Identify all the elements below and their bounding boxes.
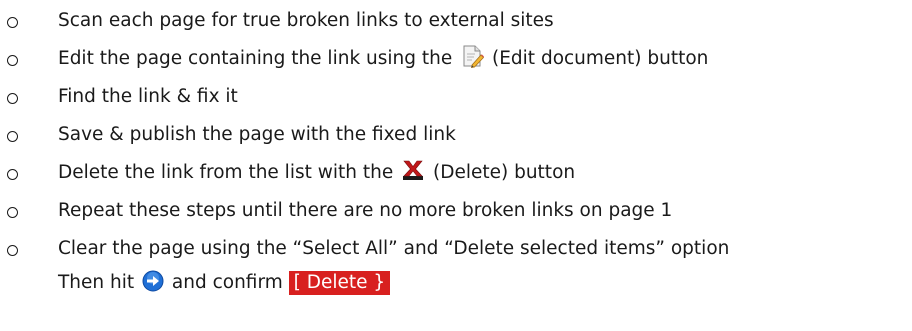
circle-bullet-icon bbox=[7, 192, 23, 230]
step-text: Delete the link from the list with the (… bbox=[58, 154, 575, 196]
step-text-line1: Clear the page using the “Select All” an… bbox=[58, 238, 730, 259]
circle-bullet-icon bbox=[7, 154, 23, 192]
step-text: Edit the page containing the link using … bbox=[58, 40, 708, 82]
go-arrow-icon bbox=[142, 270, 164, 304]
list-item: Delete the link from the list with the (… bbox=[0, 154, 912, 192]
step-text-before: Edit the page containing the link using … bbox=[58, 48, 459, 69]
list-item: Repeat these steps until there are no mo… bbox=[0, 192, 912, 230]
step-text-after: (Edit document) button bbox=[486, 48, 709, 69]
step-text: Clear the page using the “Select All” an… bbox=[58, 232, 729, 304]
circle-bullet-icon bbox=[7, 40, 23, 78]
list-item: Scan each page for true broken links to … bbox=[0, 2, 912, 40]
step-text-before: Delete the link from the list with the bbox=[58, 162, 400, 183]
step-text-after: (Delete) button bbox=[427, 162, 576, 183]
step-text-line2-before: Then hit bbox=[58, 272, 141, 293]
list-item: Find the link & fix it bbox=[0, 78, 912, 116]
instruction-list: Scan each page for true broken links to … bbox=[0, 2, 912, 302]
step-text: Scan each page for true broken links to … bbox=[58, 10, 554, 31]
step-text: Repeat these steps until there are no mo… bbox=[58, 200, 673, 221]
circle-bullet-icon bbox=[7, 78, 23, 116]
step-text-line2-middle: and confirm bbox=[166, 272, 289, 293]
delete-icon bbox=[401, 158, 425, 196]
circle-bullet-icon bbox=[7, 2, 23, 40]
list-item: Edit the page containing the link using … bbox=[0, 40, 912, 78]
step-text: Find the link & fix it bbox=[58, 86, 238, 107]
edit-document-icon bbox=[460, 44, 485, 82]
list-item: Save & publish the page with the fixed l… bbox=[0, 116, 912, 154]
list-item: Clear the page using the “Select All” an… bbox=[0, 230, 912, 302]
step-text: Save & publish the page with the fixed l… bbox=[58, 124, 456, 145]
circle-bullet-icon bbox=[7, 116, 23, 154]
circle-bullet-icon bbox=[7, 230, 23, 268]
delete-confirm-label: [ Delete } bbox=[288, 271, 391, 295]
